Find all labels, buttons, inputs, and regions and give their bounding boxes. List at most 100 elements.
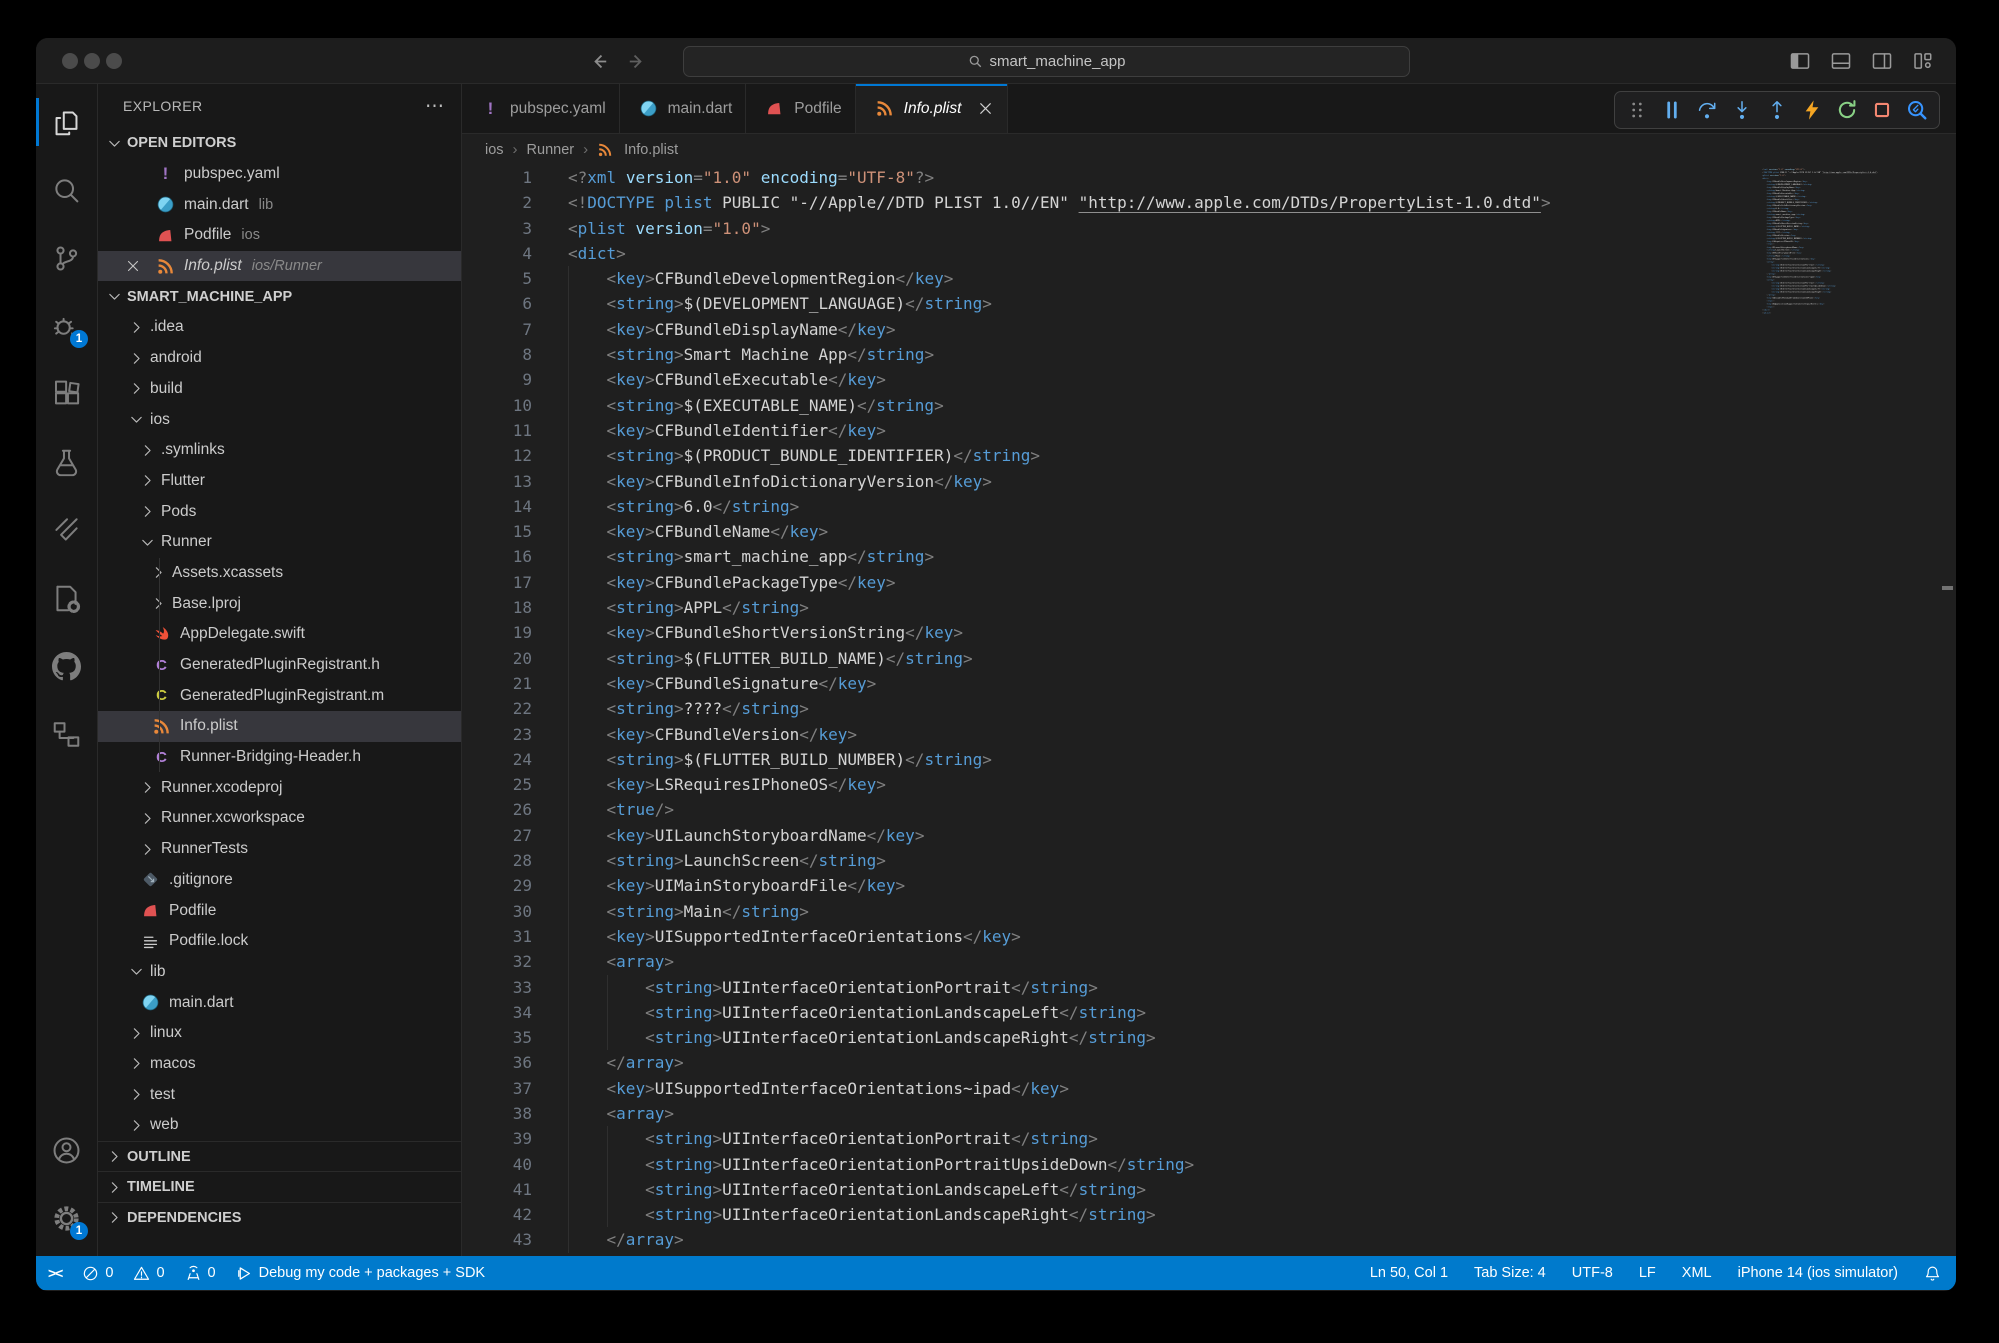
activity-files[interactable]: [36, 88, 97, 156]
pause-button[interactable]: [1658, 96, 1686, 124]
tree-item-Base.lproj[interactable]: Base.lproj: [98, 588, 461, 619]
layout-sidebar-right-icon[interactable]: [1871, 50, 1893, 72]
tab-main.dart[interactable]: main.dart: [620, 84, 747, 133]
tree-item-main.dart[interactable]: main.dart: [98, 987, 461, 1018]
layout-panel-icon[interactable]: [1830, 50, 1852, 72]
close-icon[interactable]: [977, 100, 994, 117]
tree-item-linux[interactable]: linux: [98, 1018, 461, 1049]
minimap[interactable]: <?xml version="1.0" encoding="UTF-8"?><!…: [1762, 168, 1914, 320]
tree-item-RunnerTests[interactable]: RunnerTests: [98, 834, 461, 865]
tree-item-Assets.xcassets[interactable]: Assets.xcassets: [98, 558, 461, 589]
status-item-ln[interactable]: Ln 50, Col 1: [1370, 1265, 1448, 1281]
activity-debug[interactable]: 1: [36, 292, 97, 360]
activity-settings[interactable]: 1: [36, 1184, 97, 1252]
tree-item-build[interactable]: build: [98, 374, 461, 405]
activity-extensions[interactable]: [36, 360, 97, 428]
tab-Podfile[interactable]: Podfile: [746, 84, 855, 133]
minimize-window-button[interactable]: [84, 53, 100, 69]
tree-item-android[interactable]: android: [98, 343, 461, 374]
grip-button[interactable]: [1623, 96, 1651, 124]
section-open-editors[interactable]: OPEN EDITORS: [98, 128, 461, 159]
section-timeline[interactable]: TIMELINE: [98, 1171, 461, 1202]
step-over-button[interactable]: [1693, 96, 1721, 124]
status-error[interactable]: 0: [82, 1265, 113, 1282]
status-item-iphone[interactable]: iPhone 14 (ios simulator): [1738, 1265, 1898, 1281]
tab-pubspec.yaml[interactable]: ! pubspec.yaml: [462, 84, 620, 133]
tree-item-Runner[interactable]: Runner: [98, 527, 461, 558]
status-ports[interactable]: 0: [185, 1265, 216, 1282]
tree-item-AppDelegate.swift[interactable]: AppDelegate.swift: [98, 619, 461, 650]
tree-item-macos[interactable]: macos: [98, 1049, 461, 1080]
line-number: 39: [462, 1126, 532, 1151]
account-icon: [36, 1116, 97, 1184]
code-editor[interactable]: 1<?xml version="1.0" encoding="UTF-8"?>2…: [462, 165, 1956, 1256]
navigate-back-button[interactable]: [585, 48, 611, 74]
restart-button[interactable]: [1833, 96, 1861, 124]
status-warning[interactable]: 0: [133, 1265, 164, 1282]
tree-item-Pods[interactable]: Pods: [98, 496, 461, 527]
close-window-button[interactable]: [62, 53, 78, 69]
activity-account[interactable]: [36, 1116, 97, 1184]
activity-source-control[interactable]: [36, 224, 97, 292]
status-bell[interactable]: [1924, 1265, 1941, 1282]
zoom-window-button[interactable]: [106, 53, 122, 69]
breadcrumb-item[interactable]: Info.plist: [624, 142, 678, 158]
section-dependencies[interactable]: DEPENDENCIES: [98, 1202, 461, 1233]
stop-button[interactable]: [1868, 96, 1896, 124]
activity-hierarchy[interactable]: [36, 700, 97, 768]
tree-item-.symlinks[interactable]: .symlinks: [98, 435, 461, 466]
tree-item-Podfile.lock[interactable]: Podfile.lock: [98, 926, 461, 957]
tree-item-Runner.xcworkspace[interactable]: Runner.xcworkspace: [98, 803, 461, 834]
open-editor-Info.plist[interactable]: Info.plist ios/Runner: [98, 251, 461, 282]
hot-reload-button[interactable]: [1798, 96, 1826, 124]
layout-customize-icon[interactable]: [1912, 50, 1934, 72]
open-editor-main.dart[interactable]: main.dart lib: [98, 189, 461, 220]
tree-item-GeneratedPluginRegistrant.h[interactable]: C GeneratedPluginRegistrant.h: [98, 650, 461, 681]
tab-Info.plist[interactable]: Info.plist: [856, 84, 1009, 133]
status-debug-config[interactable]: Debug my code + packages + SDK: [236, 1265, 486, 1282]
editor-area[interactable]: ! pubspec.yaml main.dart Podfile Info.pl…: [462, 84, 1956, 1256]
tree-item-Runner.xcodeproj[interactable]: Runner.xcodeproj: [98, 772, 461, 803]
tree-item-.gitignore[interactable]: .gitignore: [98, 865, 461, 896]
tree-item-Flutter[interactable]: Flutter: [98, 466, 461, 497]
tree-item-ios[interactable]: ios: [98, 404, 461, 435]
layout-sidebar-left-icon[interactable]: [1789, 50, 1811, 72]
activity-github[interactable]: [36, 632, 97, 700]
tree-item-Podfile[interactable]: Podfile: [98, 895, 461, 926]
vscode-window: smart_machine_app 1: [36, 38, 1956, 1291]
tree-item-web[interactable]: web: [98, 1110, 461, 1141]
activity-devtools[interactable]: [36, 564, 97, 632]
inspector-button[interactable]: [1903, 96, 1931, 124]
tree-item-lib[interactable]: lib: [98, 957, 461, 988]
open-editor-pubspec.yaml[interactable]: ! pubspec.yaml: [98, 159, 461, 190]
activity-flutter[interactable]: [36, 496, 97, 564]
open-editor-Podfile[interactable]: Podfile ios: [98, 220, 461, 251]
status-remote[interactable]: ><: [48, 1265, 62, 1281]
command-center-search[interactable]: smart_machine_app: [683, 46, 1410, 77]
status-item-lf[interactable]: LF: [1639, 1265, 1656, 1281]
chevron-right-icon: [128, 380, 145, 397]
status-bar: >< 0 0 0 Debug my code + packages + SDK …: [36, 1256, 1956, 1290]
breadcrumb-item[interactable]: ios: [485, 142, 504, 158]
line-number: 14: [462, 494, 532, 519]
tree-item-GeneratedPluginRegistrant.m[interactable]: C GeneratedPluginRegistrant.m: [98, 680, 461, 711]
tree-item-Info.plist[interactable]: Info.plist: [98, 711, 461, 742]
activity-search[interactable]: [36, 156, 97, 224]
step-out-button[interactable]: [1763, 96, 1791, 124]
close-icon[interactable]: [125, 258, 141, 274]
breadcrumb-item[interactable]: Runner: [527, 142, 575, 158]
navigate-forward-button[interactable]: [624, 48, 650, 74]
section-workspace[interactable]: SMART_MACHINE_APP: [98, 281, 461, 312]
tree-item-test[interactable]: test: [98, 1079, 461, 1110]
line-number: 5: [462, 266, 532, 291]
activity-testing[interactable]: [36, 428, 97, 496]
section-outline[interactable]: OUTLINE: [98, 1141, 461, 1172]
status-item-utf-8[interactable]: UTF-8: [1572, 1265, 1613, 1281]
line-number: 35: [462, 1025, 532, 1050]
more-actions-icon[interactable]: ⋯: [425, 95, 445, 118]
tree-item-Runner-Bridging-Header.h[interactable]: C Runner-Bridging-Header.h: [98, 742, 461, 773]
tree-item-.idea[interactable]: .idea: [98, 312, 461, 343]
status-item-xml[interactable]: XML: [1682, 1265, 1712, 1281]
status-item-tab[interactable]: Tab Size: 4: [1474, 1265, 1546, 1281]
step-into-button[interactable]: [1728, 96, 1756, 124]
